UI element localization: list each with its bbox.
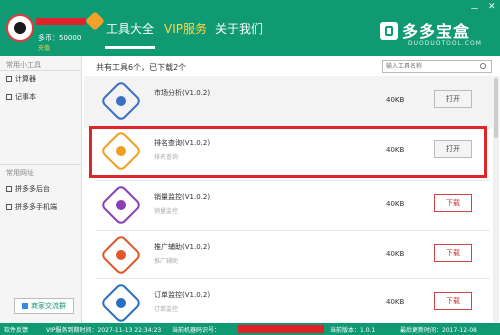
username-redacted: [36, 18, 86, 25]
tool-size: 40KB: [386, 200, 405, 208]
tool-size: 40KB: [386, 96, 405, 104]
crosshair-icon: [99, 79, 143, 123]
sidebar-item-pdd-mobile[interactable]: 拼多多手机端: [6, 202, 57, 212]
link-icon: [6, 186, 12, 192]
vip-expire-text: VIP服务到期时间：2027-11-13 22:34:23: [46, 327, 162, 334]
recharge-link[interactable]: 充值: [38, 43, 50, 52]
tools-summary: 共有工具6个，已下载2个: [96, 63, 187, 72]
coins-label: 多币：50000: [38, 34, 82, 42]
logo-text: 多多宝盒: [402, 22, 471, 41]
version-text: 当前版本：1.0.1: [330, 327, 376, 334]
scrollbar-thumb[interactable]: [494, 78, 498, 138]
tool-name: 订单监控(V1.0.2): [154, 291, 211, 299]
nav-about[interactable]: 关于我们: [215, 20, 263, 37]
last-update-text: 最后更新时间：2017-12-08: [400, 327, 477, 334]
minimize-button[interactable]: －: [470, 2, 479, 15]
tool-size: 40KB: [386, 298, 405, 306]
search-input[interactable]: [382, 60, 492, 73]
sidebar-item-pdd-backend[interactable]: 拼多多后台: [6, 184, 50, 194]
list-icon: [99, 281, 143, 323]
close-button[interactable]: ✕: [488, 2, 496, 12]
feedback-link[interactable]: 软件反馈: [4, 325, 28, 334]
status-bar: 软件反馈 VIP服务到期时间：2027-11-13 22:34:23 当前机器码…: [0, 323, 500, 335]
notepad-icon: [6, 94, 12, 100]
tool-name: 销量监控(V1.0.2): [154, 193, 211, 201]
device-code-label: 当前机器码识号：: [172, 327, 221, 334]
tool-row: 订单监控(V1.0.2) 订单监控 40KB 下载: [84, 278, 500, 323]
merchant-group-button[interactable]: 商家交流群: [14, 298, 74, 314]
sidebar-item-calculator[interactable]: 计算器: [6, 74, 36, 84]
sidebar-item-label: 拼多多手机端: [15, 203, 57, 211]
highlight-box: [89, 126, 487, 178]
search-icon[interactable]: [480, 63, 486, 69]
pulse-icon: [99, 183, 143, 227]
open-button[interactable]: 打开: [434, 90, 472, 108]
tool-name: 市场分析(V1.0.2): [154, 89, 211, 97]
tool-size: 40KB: [386, 250, 405, 258]
link-icon: [6, 204, 12, 210]
download-button[interactable]: 下载: [434, 244, 472, 262]
sidebar-item-notepad[interactable]: 记事本: [6, 92, 36, 102]
tool-row: 推广辅助(V1.0.2) 推广辅助 40KB 下载: [84, 230, 500, 282]
app-header: 多币：50000 充值 工具大全 VIP服务 关于我们 多多宝盒 DUODUOT…: [0, 0, 500, 56]
chat-icon: [22, 303, 28, 309]
sidebar-section-links-title: 常用网址: [6, 169, 34, 177]
share-icon: [99, 233, 143, 277]
tool-desc: 推广辅助: [154, 258, 179, 265]
device-code-redacted: [238, 325, 324, 333]
avatar[interactable]: [6, 14, 34, 42]
divider: [0, 70, 82, 71]
sidebar-item-label: 拼多多后台: [15, 185, 50, 193]
sidebar: 常用小工具 计算器 记事本 常用网址 拼多多后台 拼多多手机端 商家交流群: [0, 56, 82, 323]
logo-icon: [380, 22, 398, 40]
tool-row: 销量监控(V1.0.2) 销量监控 40KB 下载: [84, 180, 500, 232]
download-button[interactable]: 下载: [434, 292, 472, 310]
merchant-group-label: 商家交流群: [31, 302, 66, 310]
divider: [0, 164, 82, 165]
nav-tools[interactable]: 工具大全: [106, 20, 154, 37]
download-button[interactable]: 下载: [434, 194, 472, 212]
vip-badge-icon: [85, 11, 105, 31]
sidebar-item-label: 计算器: [15, 75, 36, 83]
tool-row: 市场分析(V1.0.2) 40KB 打开: [84, 76, 500, 128]
calculator-icon: [6, 76, 12, 82]
tool-desc: 订单监控: [154, 306, 179, 313]
logo-subtext: DUODUOTOOL.COM: [408, 40, 482, 47]
nav-vip[interactable]: VIP服务: [164, 20, 207, 37]
sidebar-section-tools-title: 常用小工具: [6, 61, 41, 69]
sidebar-item-label: 记事本: [15, 93, 36, 101]
tool-name: 推广辅助(V1.0.2): [154, 243, 211, 251]
nav-active-indicator: [105, 46, 155, 49]
tool-desc: 销量监控: [154, 208, 179, 215]
